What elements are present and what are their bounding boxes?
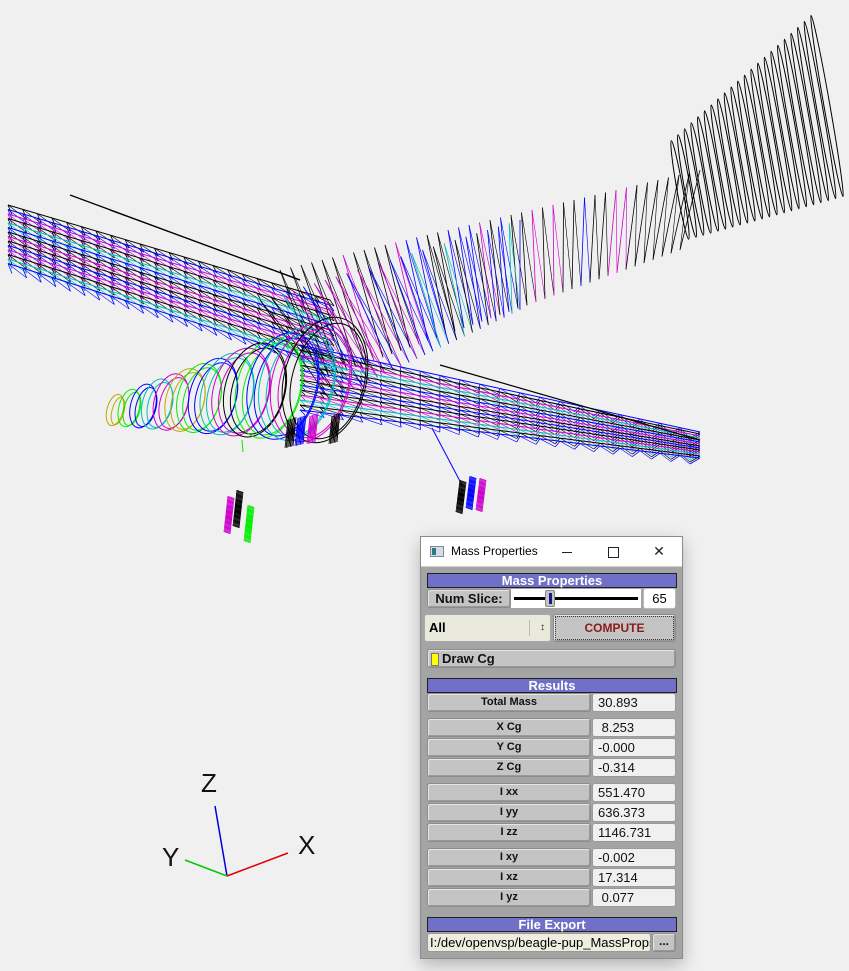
close-button[interactable]: ✕ — [636, 537, 682, 566]
result-value: 0.077 — [592, 888, 676, 907]
result-label: I zz — [427, 823, 591, 842]
updown-arrows-icon: ↕ — [540, 622, 545, 633]
result-label: I yz — [427, 888, 591, 907]
draw-cg-indicator — [431, 653, 439, 666]
results-header: Results — [427, 678, 677, 693]
x-axis-label: X — [298, 830, 316, 860]
result-value: 636.373 — [592, 803, 676, 822]
result-value: 17.314 — [592, 868, 676, 887]
dialog-titlebar[interactable]: Mass Properties ✕ — [421, 537, 682, 567]
dropdown-separator — [529, 620, 530, 636]
minimize-button[interactable] — [544, 537, 590, 566]
result-label: I yy — [427, 803, 591, 822]
close-icon: ✕ — [653, 543, 665, 559]
result-value: -0.000 — [592, 738, 676, 757]
mass-properties-header: Mass Properties — [427, 573, 677, 588]
result-label: I xz — [427, 868, 591, 887]
draw-cg-label: Draw Cg — [442, 651, 495, 666]
draw-cg-toggle[interactable]: Draw Cg — [427, 649, 676, 668]
z-axis-label: Z — [201, 768, 217, 798]
y-axis-line — [184, 859, 228, 877]
mass-properties-dialog: Mass Properties ✕ Mass Properties Num Sl… — [420, 536, 683, 959]
num-slice-label: Num Slice: — [427, 589, 511, 608]
browse-button[interactable]: ... — [652, 933, 676, 952]
file-export-path-input[interactable]: I:/dev/openvsp/beagle-pup_MassProps.txt — [427, 933, 651, 952]
result-value: 551.470 — [592, 783, 676, 802]
y-axis-label: Y — [162, 842, 180, 872]
set-choice-value: All — [429, 620, 446, 635]
result-label: Total Mass — [427, 693, 591, 712]
result-value: -0.002 — [592, 848, 676, 867]
slider-thumb[interactable] — [545, 590, 555, 607]
maximize-icon — [607, 546, 619, 558]
minimize-icon — [562, 551, 572, 553]
num-slice-slider[interactable] — [511, 589, 641, 608]
x-axis-line — [226, 852, 289, 877]
set-choice-dropdown[interactable]: All ↕ — [424, 614, 551, 642]
maximize-button[interactable] — [590, 537, 636, 566]
num-slice-input[interactable]: 65 — [643, 588, 676, 609]
result-label: X Cg — [427, 718, 591, 737]
compute-button[interactable]: COMPUTE — [553, 614, 676, 642]
result-label: Y Cg — [427, 738, 591, 757]
file-export-header: File Export — [427, 917, 677, 932]
window-title: Mass Properties — [451, 544, 538, 558]
result-value: 30.893 — [592, 693, 676, 712]
slider-track-line — [514, 597, 638, 600]
result-label: Z Cg — [427, 758, 591, 777]
app-icon — [430, 546, 444, 557]
result-value: 1146.731 — [592, 823, 676, 842]
z-axis-line — [214, 805, 228, 877]
result-value: -0.314 — [592, 758, 676, 777]
result-value: 8.253 — [592, 718, 676, 737]
result-label: I xy — [427, 848, 591, 867]
result-label: I xx — [427, 783, 591, 802]
